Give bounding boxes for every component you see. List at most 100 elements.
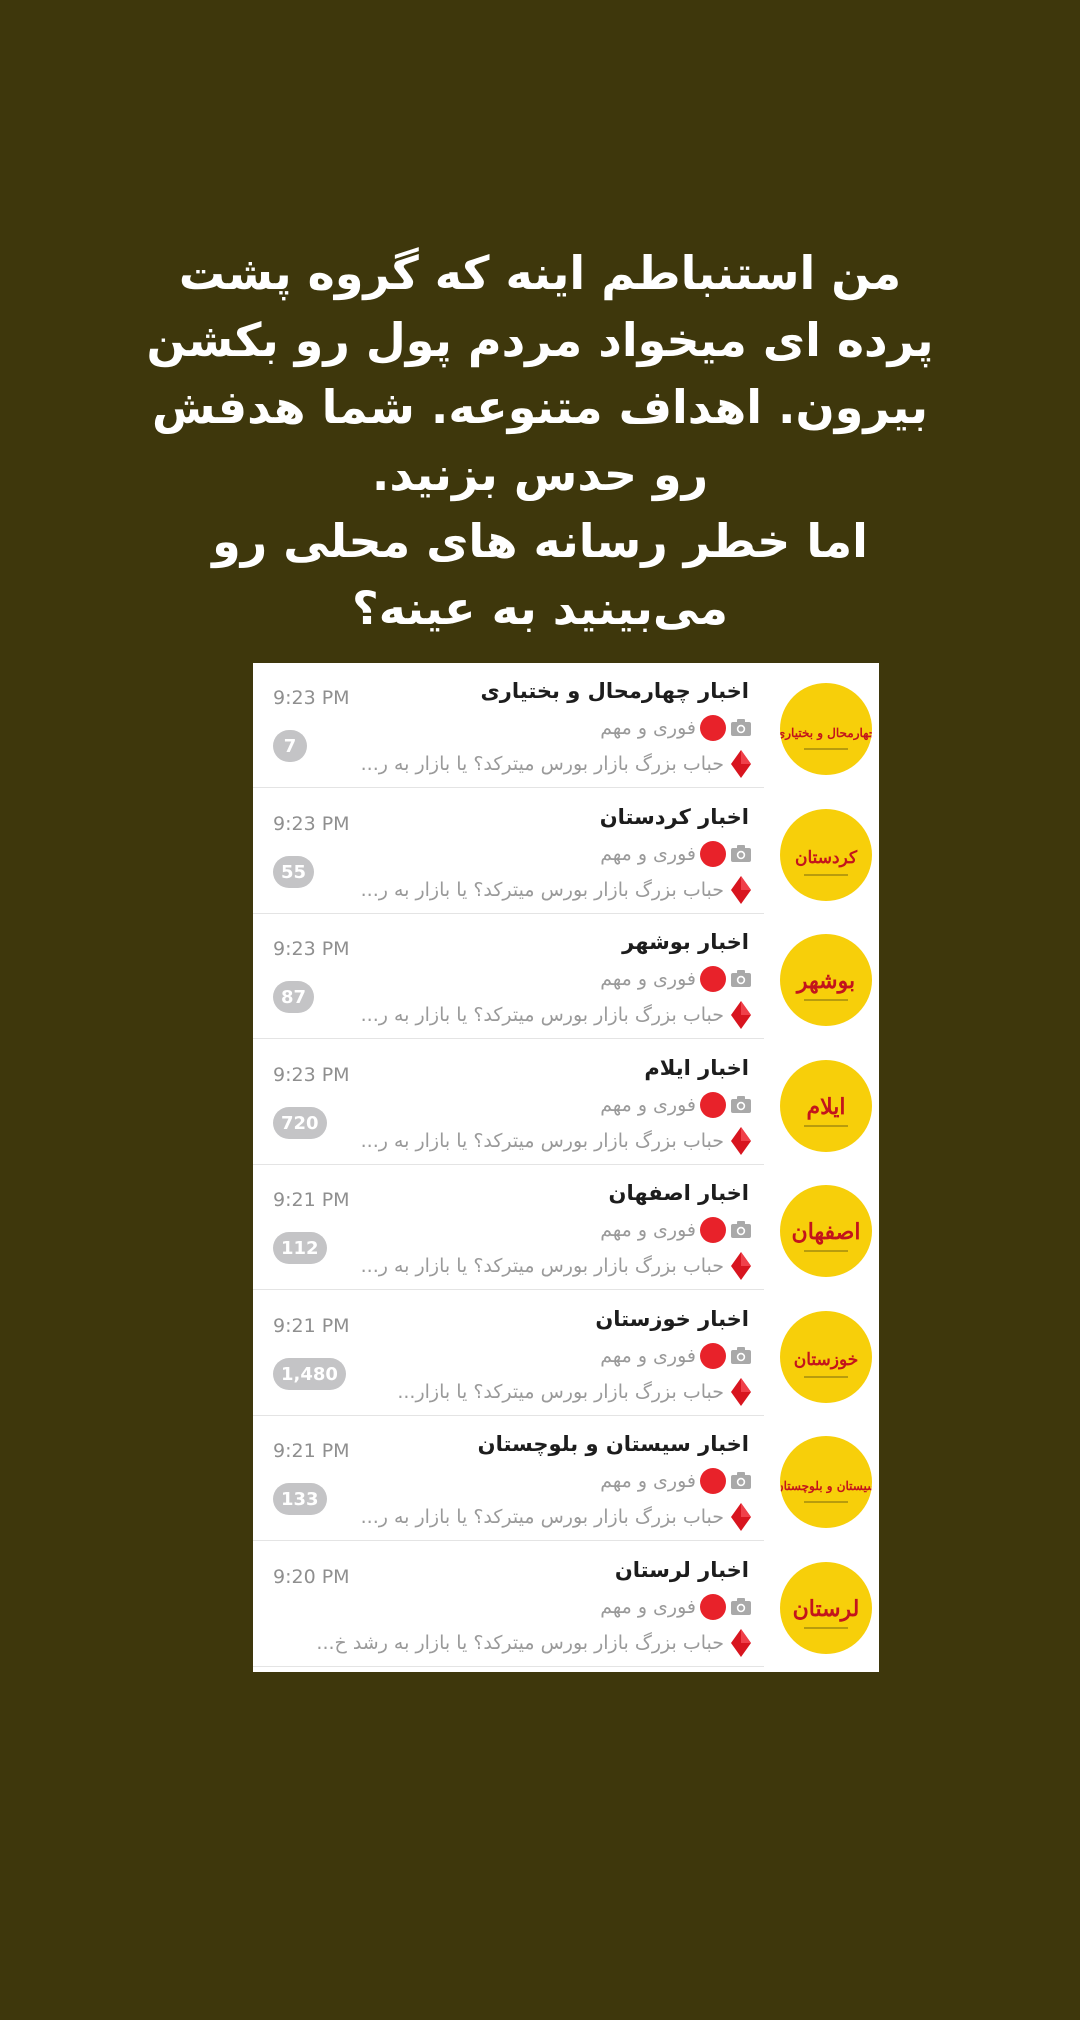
caption-line: بیرون. اهداف متنوعه. شما هدفش [151,380,929,434]
row-divider [253,1666,764,1667]
chat-title: اخبار ایلام [644,1056,749,1080]
caption-line: رو حدس بزنید. [371,447,709,501]
chat-title: اخبار کردستان [599,805,749,829]
channel-avatar[interactable]: خوزستان [780,1311,872,1403]
preview-text: فوری و مهم [600,1219,696,1241]
unread-count-badge: 7 [273,730,307,762]
row-divider [253,1540,764,1541]
chat-time: 9:21 PM [273,1315,350,1337]
channel-logo-text: خوزستان [794,1350,859,1370]
chat-title: اخبار خوزستان [595,1307,749,1331]
preview-text: فوری و مهم [600,968,696,990]
preview-text: فوری و مهم [600,717,696,739]
channel-logo: اصفهان [792,1219,861,1252]
camera-icon [731,970,751,987]
channel-avatar[interactable]: اصفهان [780,1185,872,1277]
camera-icon [731,845,751,862]
channel-logo-text: چهارمحال و بختیاری [780,726,872,741]
camera-icon [731,1472,751,1489]
chat-time: 9:23 PM [273,687,350,709]
channel-logo-text: لرستان [793,1596,860,1622]
message-preview-line1: فوری و مهم [600,1593,752,1621]
chat-row[interactable]: ایلام اخبار ایلام 9:23 PM فوری و مهم حباب بز… [253,1040,879,1165]
chat-row[interactable]: چهارمحال و بختیاری اخبار چهارمحال و بختیا… [253,663,879,788]
chat-time: 9:23 PM [273,813,350,835]
preview-text: حباب بزرگ بازار بورس میترکد؟ یا بازار به… [316,1632,724,1654]
message-preview-line2: حباب بزرگ بازار بورس میترکد؟ یا بازار... [397,1375,752,1409]
red-circle-icon [700,1092,726,1118]
preview-text: فوری و مهم [600,1596,696,1618]
row-divider [253,1289,764,1290]
chat-time: 9:23 PM [273,938,350,960]
red-circle-icon [700,841,726,867]
red-diamond-icon [731,876,751,904]
red-diamond-icon [731,1127,751,1155]
channel-logo-text: کردستان [795,848,858,868]
chat-title: اخبار بوشهر [622,930,749,954]
message-preview-line2: حباب بزرگ بازار بورس میترکد؟ یا بازار به… [361,747,752,781]
channel-logo-text: اصفهان [792,1219,861,1245]
message-preview-line1: فوری و مهم [600,965,752,993]
channel-avatar[interactable]: کردستان [780,809,872,901]
row-divider [253,1038,764,1039]
preview-text: حباب بزرگ بازار بورس میترکد؟ یا بازار به… [360,753,724,775]
chat-row[interactable]: سیستان و بلوچستان اخبار سیستان و بلوچستان… [253,1416,879,1541]
chat-time: 9:20 PM [273,1566,350,1588]
caption-line: اما خطر رسانه های محلی رو [212,514,868,568]
chat-title: اخبار چهارمحال و بختیاری [480,679,749,703]
unread-count-badge: 133 [273,1483,327,1515]
unread-count-badge: 720 [273,1107,327,1139]
message-preview-line1: فوری و مهم [600,1342,752,1370]
red-diamond-icon [731,1378,751,1406]
chat-row[interactable]: خوزستان اخبار خوزستان 9:21 PM فوری و مهم حبا… [253,1291,879,1416]
red-diamond-icon [731,1252,751,1280]
channel-avatar[interactable]: سیستان و بلوچستان [780,1436,872,1528]
preview-text: فوری و مهم [600,1470,696,1492]
channel-logo-text: ایلام [807,1094,846,1120]
channel-logo: خوزستان [794,1350,859,1378]
preview-text: حباب بزرگ بازار بورس میترکد؟ یا بازار به… [360,1130,724,1152]
chat-row[interactable]: بوشهر اخبار بوشهر 9:23 PM فوری و مهم حباب بز… [253,914,879,1039]
preview-text: حباب بزرگ بازار بورس میترکد؟ یا بازار به… [360,1004,724,1026]
message-preview-line2: حباب بزرگ بازار بورس میترکد؟ یا بازار به… [361,1500,752,1534]
red-diamond-icon [731,1001,751,1029]
preview-text: حباب بزرگ بازار بورس میترکد؟ یا بازار به… [360,1506,724,1528]
camera-icon [731,1221,751,1238]
caption-text: من استنباطم اینه که گروه پشت پرده ای میخ… [120,240,960,642]
camera-icon [731,1347,751,1364]
channel-logo-text: بوشهر [795,968,855,994]
message-preview-line1: فوری و مهم [600,1216,752,1244]
unread-count-badge: 55 [273,856,315,888]
message-preview-line1: فوری و مهم [600,714,752,742]
message-preview-line1: فوری و مهم [600,1467,752,1495]
chat-row[interactable]: کردستان اخبار کردستان 9:23 PM فوری و مهم حبا… [253,789,879,914]
chat-time: 9:23 PM [273,1064,350,1086]
chat-row[interactable]: لرستان اخبار لرستان 9:20 PM فوری و مهم حباب … [253,1542,879,1667]
message-preview-line2: حباب بزرگ بازار بورس میترکد؟ یا بازار به… [361,1249,752,1283]
channel-logo: لرستان [793,1596,860,1629]
preview-text: فوری و مهم [600,843,696,865]
unread-count-badge: 112 [273,1232,327,1264]
red-diamond-icon [731,1629,751,1657]
camera-icon [731,1096,751,1113]
chat-title: اخبار اصفهان [608,1181,749,1205]
channel-logo: چهارمحال و بختیاری [780,726,872,750]
red-circle-icon [700,1594,726,1620]
preview-text: حباب بزرگ بازار بورس میترکد؟ یا بازار به… [360,1255,724,1277]
message-preview-line1: فوری و مهم [600,840,752,868]
caption-line: من استنباطم اینه که گروه پشت [178,246,902,300]
red-circle-icon [700,1343,726,1369]
chat-row[interactable]: اصفهان اخبار اصفهان 9:21 PM فوری و مهم حباب … [253,1165,879,1290]
channel-logo: سیستان و بلوچستان [780,1479,872,1503]
channel-avatar[interactable]: چهارمحال و بختیاری [780,683,872,775]
channel-logo: کردستان [795,848,858,876]
chat-title: اخبار سیستان و بلوچستان [477,1432,749,1456]
channel-avatar[interactable]: ایلام [780,1060,872,1152]
message-preview-line2: حباب بزرگ بازار بورس میترکد؟ یا بازار به… [361,873,752,907]
chat-list-screenshot: چهارمحال و بختیاری اخبار چهارمحال و بختیا… [253,663,879,1672]
channel-avatar[interactable]: لرستان [780,1562,872,1654]
camera-icon [731,719,751,736]
channel-avatar[interactable]: بوشهر [780,934,872,1026]
caption-line: می‌بینید به عینه؟ [352,581,728,635]
row-divider [253,787,764,788]
